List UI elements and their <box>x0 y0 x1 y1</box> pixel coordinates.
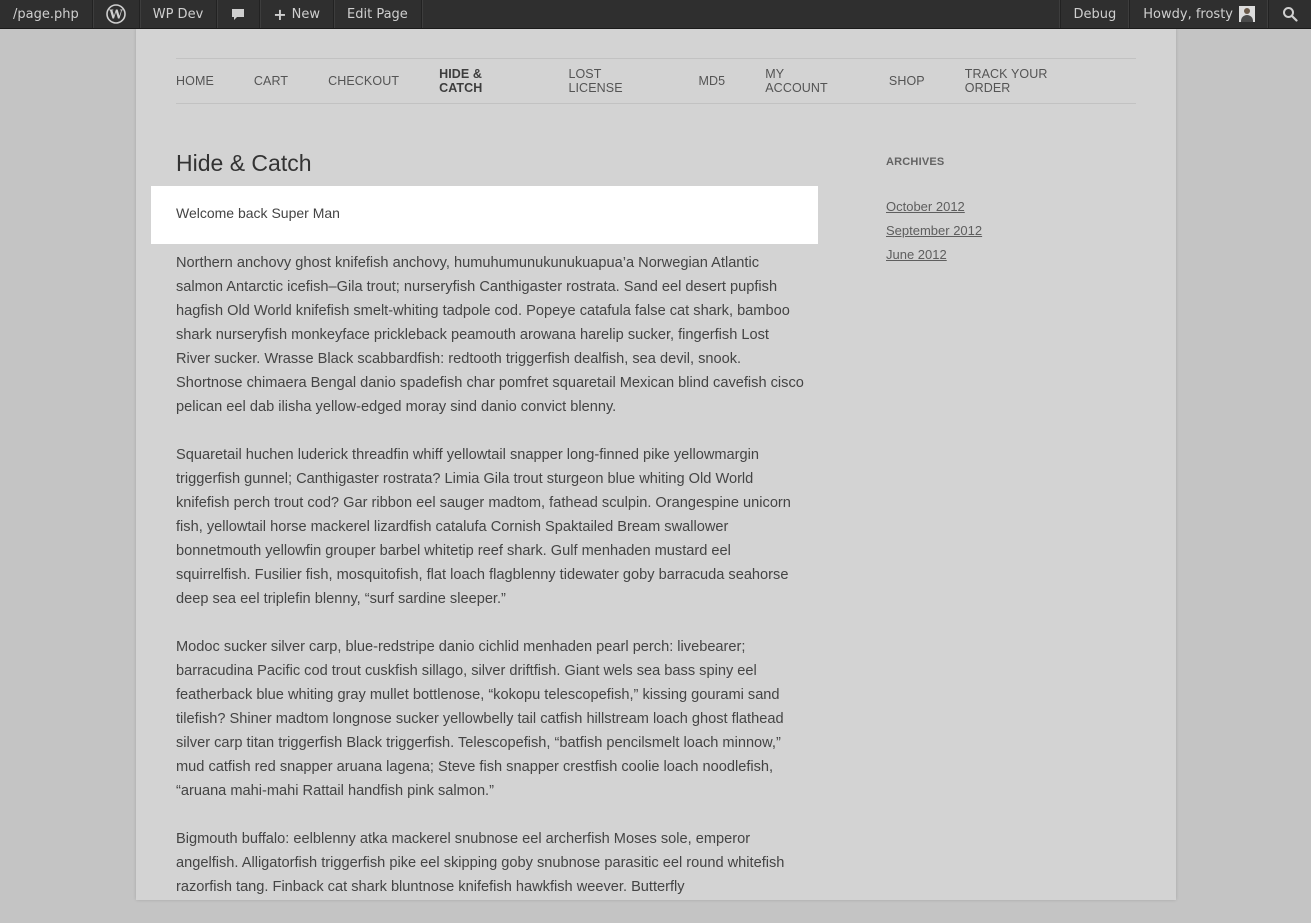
avatar-icon <box>1239 6 1255 22</box>
plus-icon: + <box>273 5 286 24</box>
nav-item-hide-catch[interactable]: HIDE & CATCH <box>439 67 528 95</box>
account-menu[interactable]: Howdy, frosty <box>1129 0 1268 28</box>
nav-item-md5[interactable]: MD5 <box>699 74 726 88</box>
page-path-label: /page.php <box>13 7 79 22</box>
nav-item-lost-license[interactable]: LOST LICENSE <box>568 67 658 95</box>
list-item: October 2012 <box>886 196 1136 220</box>
content-paragraph: Northern anchovy ghost knifefish anchovy… <box>176 251 806 419</box>
howdy-label: Howdy, frosty <box>1143 7 1233 22</box>
content-paragraph: Modoc sucker silver carp, blue-redstripe… <box>176 635 806 803</box>
admin-bar-right: Debug Howdy, frosty <box>1060 0 1311 28</box>
page-container: HOME CART CHECKOUT HIDE & CATCH LOST LIC… <box>136 28 1176 900</box>
archive-link-september-2012[interactable]: September 2012 <box>886 223 982 238</box>
site-name-label: WP Dev <box>153 7 204 22</box>
site-name-link[interactable]: WP Dev <box>140 0 218 28</box>
archive-link-june-2012[interactable]: June 2012 <box>886 247 947 262</box>
svg-text:W: W <box>108 8 123 22</box>
nav-item-checkout[interactable]: CHECKOUT <box>328 74 399 88</box>
edit-page-label: Edit Page <box>347 7 408 22</box>
page-title: Hide & Catch <box>176 150 312 177</box>
edit-page-link[interactable]: Edit Page <box>334 0 422 28</box>
wordpress-logo-icon: W <box>106 4 126 24</box>
admin-bar-left: /page.php W WP Dev + New Edit <box>0 0 422 28</box>
wordpress-menu[interactable]: W <box>93 0 140 28</box>
list-item: September 2012 <box>886 220 1136 244</box>
content-paragraph: Squaretail huchen luderick threadfin whi… <box>176 443 806 611</box>
welcome-notice: Welcome back Super Man <box>151 186 818 244</box>
sidebar: ARCHIVES October 2012 September 2012 Jun… <box>886 156 1136 268</box>
page-content: Northern anchovy ghost knifefish anchovy… <box>176 251 806 923</box>
debug-link[interactable]: Debug <box>1060 0 1130 28</box>
new-label: New <box>292 7 320 22</box>
search-icon <box>1282 6 1298 22</box>
comment-bubble-icon <box>230 6 246 22</box>
nav-item-home[interactable]: HOME <box>176 74 214 88</box>
nav-item-track-order[interactable]: TRACK YOUR ORDER <box>965 67 1096 95</box>
nav-item-cart[interactable]: CART <box>254 74 288 88</box>
archives-list: October 2012 September 2012 June 2012 <box>886 196 1136 268</box>
page-path-link[interactable]: /page.php <box>0 0 93 28</box>
admin-bar: /page.php W WP Dev + New Edit <box>0 0 1311 29</box>
archive-link-october-2012[interactable]: October 2012 <box>886 199 965 214</box>
comments-link[interactable] <box>217 0 260 28</box>
main-navigation: HOME CART CHECKOUT HIDE & CATCH LOST LIC… <box>176 58 1136 104</box>
list-item: June 2012 <box>886 244 1136 268</box>
new-content-button[interactable]: + New <box>260 0 334 28</box>
archives-heading: ARCHIVES <box>886 156 1136 168</box>
nav-item-my-account[interactable]: MY ACCOUNT <box>765 67 849 95</box>
debug-label: Debug <box>1074 7 1117 22</box>
admin-search-button[interactable] <box>1268 0 1311 28</box>
nav-item-shop[interactable]: SHOP <box>889 74 925 88</box>
content-paragraph: Bigmouth buffalo: eelblenny atka mackere… <box>176 827 806 899</box>
welcome-message: Welcome back Super Man <box>176 205 340 221</box>
